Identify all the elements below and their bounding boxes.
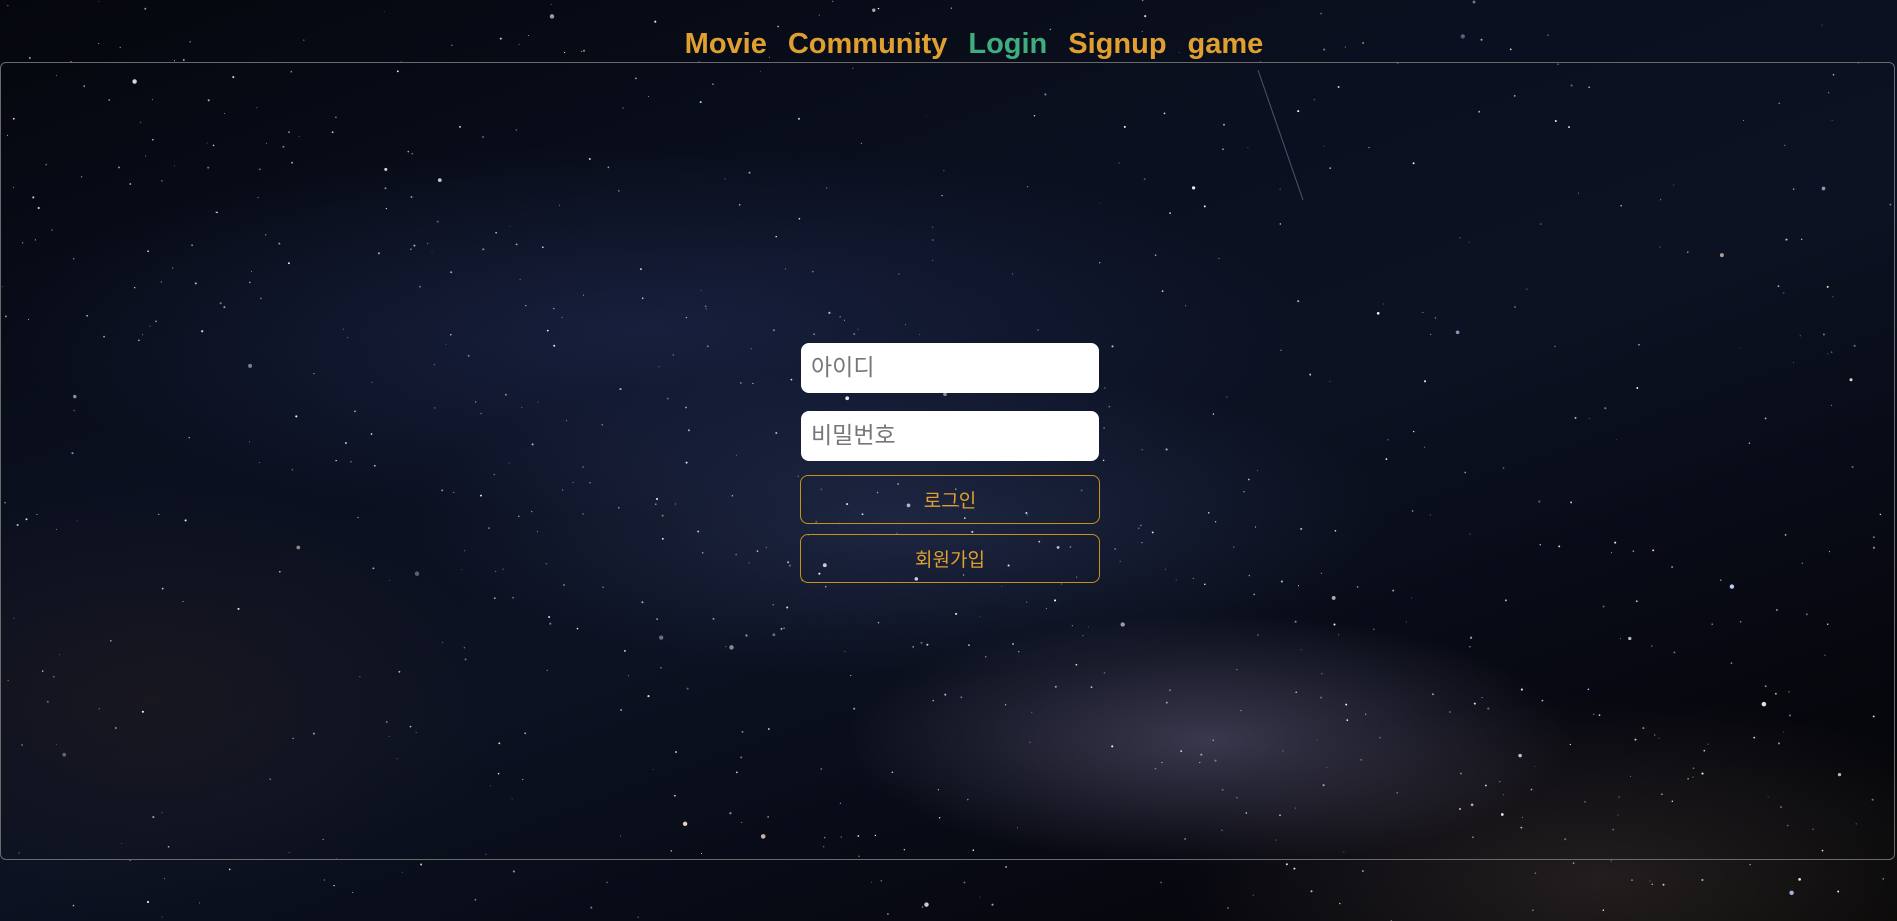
nav-signup[interactable]: Signup <box>1068 24 1166 64</box>
nav-login[interactable]: Login <box>968 24 1047 64</box>
page: Movie Community Login Signup game 로그인 회원… <box>0 0 1897 921</box>
nav-community[interactable]: Community <box>788 24 948 64</box>
top-nav: Movie Community Login Signup game <box>0 24 1897 64</box>
id-input[interactable] <box>801 343 1099 393</box>
signup-button[interactable]: 회원가입 <box>800 534 1100 583</box>
nav-game[interactable]: game <box>1188 24 1264 64</box>
login-button[interactable]: 로그인 <box>800 475 1100 524</box>
login-form: 로그인 회원가입 <box>800 343 1100 583</box>
password-input[interactable] <box>801 411 1099 461</box>
nav-movie[interactable]: Movie <box>685 24 767 64</box>
